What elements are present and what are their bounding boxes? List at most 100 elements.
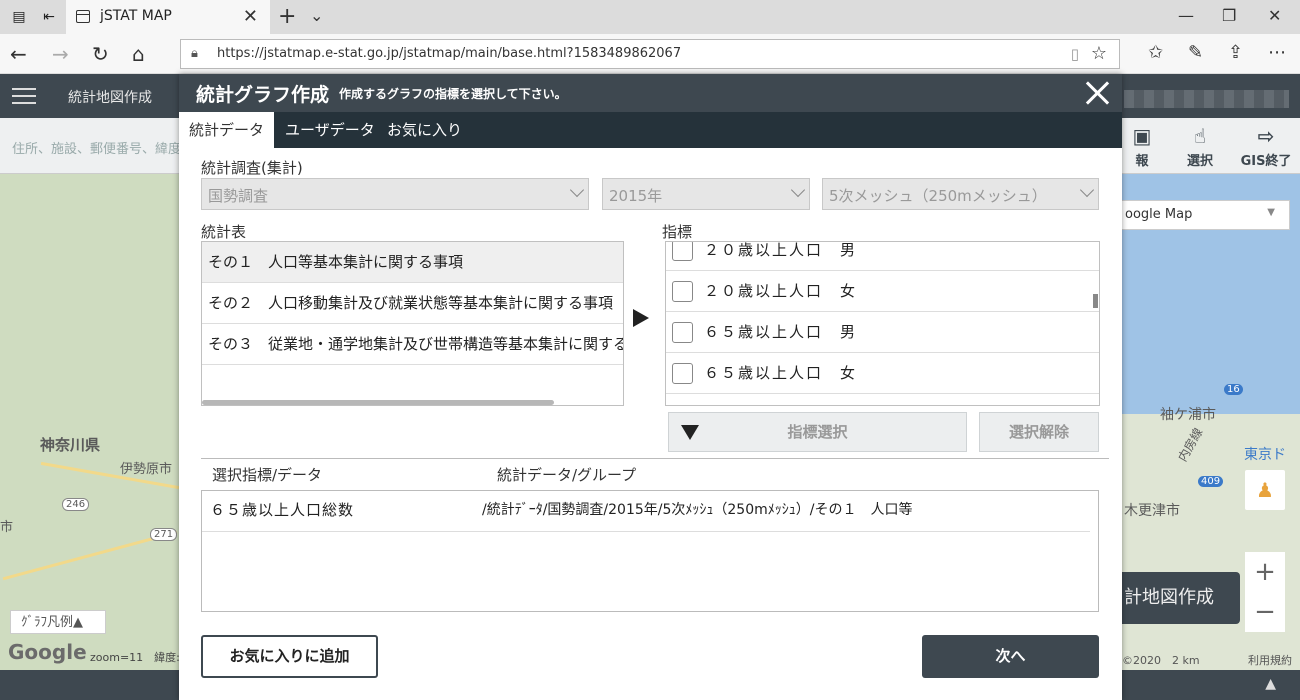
indicator-item[interactable]: ６５歳以上人口 女 xyxy=(666,353,1099,394)
checkbox[interactable] xyxy=(672,322,693,343)
add-favorite-button[interactable]: お気に入りに追加 xyxy=(201,635,378,678)
restore-icon[interactable]: ❐ xyxy=(1222,6,1236,25)
tab-favorites[interactable]: お気に入り xyxy=(377,112,472,148)
favorites-icon[interactable]: ✩ xyxy=(1148,42,1163,63)
home-icon[interactable]: ⌂ xyxy=(132,42,145,66)
page-icon xyxy=(76,10,90,23)
close-tab-icon[interactable]: ✕ xyxy=(243,6,258,27)
select-tool[interactable]: ☝ 選択 xyxy=(1182,124,1218,169)
menu-icon[interactable] xyxy=(12,88,36,104)
more-icon[interactable]: ⋯ xyxy=(1268,42,1286,63)
indicator-list[interactable]: ２０歳以上人口 男 ２０歳以上人口 女 ６５歳以上人口 男 ６５歳以上人口 女 xyxy=(665,241,1100,406)
statistics-table-list[interactable]: その１ 人口等基本集計に関する事項 その２ 人口移動集計及び就業状態等基本集計に… xyxy=(201,241,624,406)
map-make-button[interactable]: 計地図作成 xyxy=(1120,572,1240,624)
indicator-label: 指標 xyxy=(662,223,693,241)
hand-pointer-icon: ☝ xyxy=(1193,124,1207,148)
chevron-down-icon xyxy=(1079,182,1095,198)
data-group-header: 統計データ/グループ xyxy=(497,466,637,484)
city-label: 東京ド xyxy=(1244,447,1286,463)
app-menu-title[interactable]: 統計地図作成 xyxy=(68,87,152,107)
refresh-icon[interactable]: ↻ xyxy=(92,42,109,66)
deselect-button[interactable]: 選択解除 xyxy=(979,412,1099,452)
caret-down-icon: ▼ xyxy=(1267,207,1275,218)
select-indicator-button[interactable]: 指標選択 xyxy=(668,412,967,452)
chevron-down-icon xyxy=(569,182,585,198)
new-tab-icon[interactable]: + xyxy=(278,4,296,29)
next-button[interactable]: 次へ xyxy=(922,635,1099,678)
city-label: 市 xyxy=(0,520,14,535)
city-label: 木更津市 xyxy=(1124,503,1180,519)
list-item[interactable]: その３ 従業地・通学地集計及び世帯構造等基本集計に関する事項 xyxy=(202,324,623,365)
favorite-star-icon[interactable]: ☆ xyxy=(1091,43,1107,64)
street-view-pegman-icon[interactable]: ♟ xyxy=(1245,470,1285,510)
gis-exit-tool[interactable]: ⇨ GIS終了 xyxy=(1238,124,1294,169)
browser-tab-bar: ▤ ⇤ jSTAT MAP ✕ + ⌄ — ❐ ✕ xyxy=(0,0,1300,34)
chevron-down-icon xyxy=(790,182,806,198)
tab-statistics-data[interactable]: 統計データ xyxy=(179,112,275,148)
table-row[interactable]: ６５歳以上人口総数 /統計ﾃﾞｰﾀ/国勢調査/2015年/5次ﾒｯｼｭ（250m… xyxy=(202,491,1090,532)
checkbox[interactable] xyxy=(672,242,693,261)
url-text: https://jstatmap.e-stat.go.jp/jstatmap/m… xyxy=(217,46,682,61)
survey-label: 統計調査(集計) xyxy=(201,159,303,177)
search-input[interactable]: 住所、施設、郵便番号、緯度 xyxy=(12,138,181,157)
forward-icon[interactable]: → xyxy=(52,42,69,66)
horizontal-scrollbar[interactable] xyxy=(202,400,554,405)
blurred-user-info xyxy=(1124,90,1289,108)
url-field[interactable]: 🔒︎ https://jstatmap.e-stat.go.jp/jstatma… xyxy=(180,39,1120,69)
google-logo: Google xyxy=(8,640,87,664)
triangle-down-icon xyxy=(681,425,699,440)
arrow-right-icon xyxy=(633,309,649,327)
indicator-item[interactable]: ６５歳以上人口 男 xyxy=(666,312,1099,353)
terms-link[interactable]: 利用規約 xyxy=(1248,652,1292,668)
chevron-up-icon[interactable]: ▲ xyxy=(1265,676,1276,692)
reading-view-icon[interactable]: ▯ xyxy=(1071,45,1079,63)
dialog-tabs: 統計データ ユーザデータ お気に入り xyxy=(179,112,1122,148)
browser-tab[interactable]: jSTAT MAP ✕ xyxy=(66,0,270,34)
back-icon[interactable]: ← xyxy=(10,42,27,66)
basemap-select[interactable]: oogle Map ▼ xyxy=(1120,200,1290,230)
minimize-icon[interactable]: — xyxy=(1178,6,1194,25)
zoom-out-button[interactable]: − xyxy=(1245,592,1285,632)
share-icon[interactable]: ⇪ xyxy=(1228,42,1243,63)
set-aside-tabs-icon[interactable]: ⇤ xyxy=(40,8,58,26)
window-close-icon[interactable]: ✕ xyxy=(1268,6,1281,25)
graph-legend-button[interactable]: ｸﾞﾗﾌ凡例▲ xyxy=(10,610,106,634)
dialog-title: 統計グラフ作成 xyxy=(196,84,330,106)
lock-icon: 🔒︎ xyxy=(191,46,198,61)
exit-icon: ⇨ xyxy=(1257,124,1275,148)
list-item[interactable]: その１ 人口等基本集計に関する事項 xyxy=(202,242,623,283)
vertical-scrollbar[interactable] xyxy=(1093,294,1098,308)
route-marker: 271 xyxy=(150,528,178,541)
route-marker: 409 xyxy=(1198,476,1224,487)
tab-user-data[interactable]: ユーザデータ xyxy=(275,112,385,148)
year-select[interactable]: 2015年 xyxy=(602,178,810,210)
dialog-header: 統計グラフ作成 作成するグラフの指標を選択して下さい。 xyxy=(179,74,1122,112)
pen-icon[interactable]: ✎ xyxy=(1188,42,1203,63)
info-icon: ▣ xyxy=(1132,124,1152,148)
survey-select[interactable]: 国勢調査 xyxy=(201,178,589,210)
indicator-item[interactable]: ２０歳以上人口 男 xyxy=(666,242,1099,271)
list-item[interactable]: その２ 人口移動集計及び就業状態等基本集計に関する事項 xyxy=(202,283,623,324)
tab-actions-icon[interactable]: ▤ xyxy=(10,8,28,26)
zoom-in-button[interactable]: + xyxy=(1245,552,1285,592)
table-label: 統計表 xyxy=(201,223,247,241)
close-icon[interactable] xyxy=(1082,78,1112,108)
zoom-level-text: zoom=11 緯度: xyxy=(90,651,180,664)
mesh-select[interactable]: 5次メッシュ（250mメッシュ） xyxy=(822,178,1099,210)
indicator-item[interactable]: ２０歳以上人口 女 xyxy=(666,271,1099,312)
graph-create-dialog: 統計グラフ作成 作成するグラフの指標を選択して下さい。 統計データ ユーザデータ… xyxy=(179,74,1122,700)
dialog-subtitle: 作成するグラフの指標を選択して下さい。 xyxy=(339,87,567,101)
checkbox[interactable] xyxy=(672,363,693,384)
route-marker: 16 xyxy=(1224,384,1243,395)
city-label: 伊勢原市 xyxy=(120,462,173,477)
zoom-control: + − xyxy=(1245,552,1285,632)
selected-indicator-list: ６５歳以上人口総数 /統計ﾃﾞｰﾀ/国勢調査/2015年/5次ﾒｯｼｭ（250m… xyxy=(201,490,1099,612)
checkbox[interactable] xyxy=(672,281,693,302)
route-marker: 246 xyxy=(62,498,90,511)
chevron-down-icon[interactable]: ⌄ xyxy=(310,6,323,25)
map-attribution: ©2020 2 km xyxy=(1122,654,1200,667)
city-label: 袖ケ浦市 xyxy=(1160,407,1216,423)
selected-indicator-header: 選択指標/データ xyxy=(212,466,323,484)
tab-title: jSTAT MAP xyxy=(100,8,172,24)
info-tool[interactable]: ▣ 報 xyxy=(1122,124,1162,169)
